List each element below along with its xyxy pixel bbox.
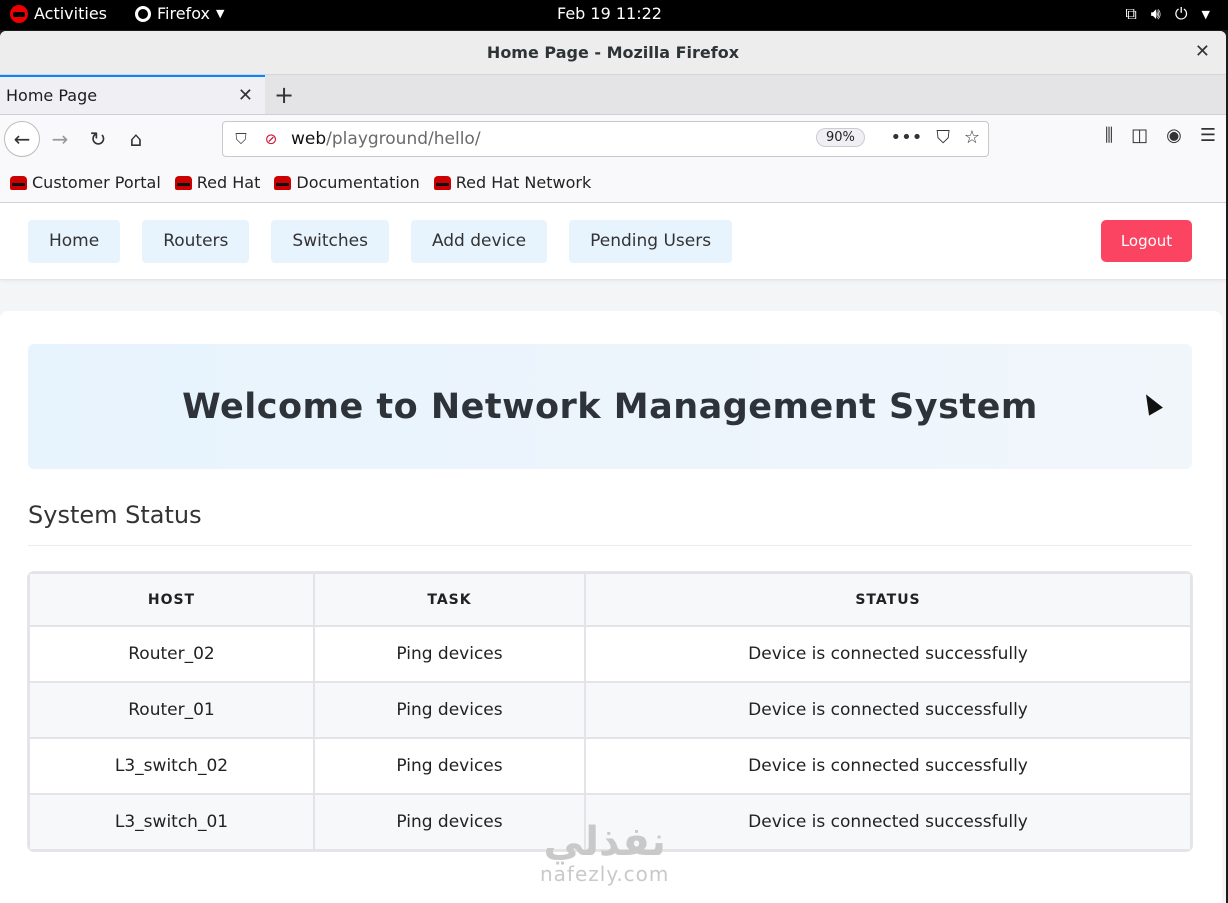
zoom-badge[interactable]: 90% — [816, 128, 865, 147]
window-close-icon[interactable]: ✕ — [1195, 41, 1210, 62]
url-actions: ••• ⛉ ☆ — [891, 127, 981, 148]
chevron-down-icon: ▼ — [215, 7, 225, 20]
bookmark-label: Documentation — [296, 173, 420, 192]
bookmark-label: Customer Portal — [32, 173, 161, 192]
bookmarks-toolbar: Customer Portal Red Hat Documentation Re… — [0, 163, 1226, 203]
shield-icon[interactable]: ⛉ — [229, 130, 253, 148]
library-icon[interactable]: ⫼ — [1105, 125, 1113, 146]
app-menu-firefox[interactable]: Firefox ▼ — [135, 4, 224, 23]
cell-status: Device is connected successfully — [584, 625, 1192, 683]
bookmark-documentation[interactable]: Documentation — [274, 173, 420, 192]
cell-task: Ping devices — [313, 681, 586, 739]
table-row: L3_switch_02 Ping devices Device is conn… — [28, 737, 1192, 795]
column-header-task: TASK — [313, 572, 586, 627]
watermark: نفذلي nafezly.com — [540, 822, 669, 886]
tab-home-page[interactable]: Home Page ✕ — [0, 75, 265, 114]
watermark-latin: nafezly.com — [540, 862, 670, 886]
sidebar-icon[interactable]: ◫ — [1131, 125, 1148, 146]
toolbar-right: ⫼ ◫ ◉ ☰ — [1105, 125, 1216, 146]
cell-host: L3_switch_01 — [28, 793, 315, 851]
bookmark-label: Red Hat Network — [455, 173, 592, 192]
url-bar[interactable]: ⛉ ⊘ web/playground/hello/ 90% ••• ⛉ ☆ — [222, 121, 989, 157]
cell-status: Device is connected successfully — [584, 793, 1192, 851]
window-titlebar: Home Page - Mozilla Firefox ✕ — [0, 31, 1226, 75]
redhat-favicon-icon — [274, 175, 292, 190]
bookmark-star-icon[interactable]: ☆ — [964, 127, 980, 148]
nav-add-device[interactable]: Add device — [410, 219, 548, 263]
status-table: HOST TASK STATUS Router_02 Ping devices … — [28, 572, 1192, 851]
cell-host: L3_switch_02 — [28, 737, 315, 795]
main-card: Welcome to Network Management System Sys… — [0, 311, 1222, 903]
table-row: Router_01 Ping devices Device is connect… — [28, 681, 1192, 739]
redhat-favicon-icon — [433, 175, 451, 190]
account-icon[interactable]: ◉ — [1166, 125, 1182, 146]
insecure-lock-icon[interactable]: ⊘ — [259, 130, 283, 148]
section-divider — [28, 545, 1192, 546]
nav-home[interactable]: Home — [28, 219, 121, 263]
cell-host: Router_01 — [28, 681, 315, 739]
bookmark-label: Red Hat — [196, 173, 261, 192]
firefox-icon — [135, 5, 151, 22]
navigation-toolbar: ← → ↻ ⌂ ⛉ ⊘ web/playground/hello/ 90% ••… — [0, 115, 1226, 163]
system-tray[interactable]: ⧉ 🔊︎ ⏻ ▼ — [1125, 4, 1210, 24]
logout-button[interactable]: Logout — [1101, 220, 1192, 262]
volume-icon: 🔊︎ — [1150, 4, 1161, 23]
nav-routers[interactable]: Routers — [142, 219, 250, 263]
url-path: /playground/hello/ — [326, 129, 481, 149]
tab-close-icon[interactable]: ✕ — [238, 85, 259, 106]
bookmark-customer-portal[interactable]: Customer Portal — [10, 173, 161, 192]
system-top-bar: Activities Firefox ▼ Feb 19 11:22 ⧉ 🔊︎ ⏻… — [0, 0, 1228, 30]
power-icon: ⏻ — [1174, 4, 1188, 23]
section-title: System Status — [28, 501, 202, 529]
cell-host: Router_02 — [28, 625, 315, 683]
clock[interactable]: Feb 19 11:22 — [557, 4, 662, 23]
bookmark-red-hat[interactable]: Red Hat — [174, 173, 261, 192]
url-text[interactable]: web/playground/hello/ — [291, 129, 481, 149]
chevron-down-icon: ▼ — [1201, 7, 1210, 21]
reload-icon[interactable]: ↻ — [80, 121, 116, 157]
app-menu-label: Firefox — [157, 4, 210, 23]
nav-switches[interactable]: Switches — [271, 219, 389, 263]
hero-title: Welcome to Network Management System — [182, 386, 1038, 427]
url-host: web — [291, 129, 327, 149]
forward-arrow-icon[interactable]: → — [42, 121, 78, 157]
hero-banner: Welcome to Network Management System — [28, 344, 1192, 469]
cell-status: Device is connected successfully — [584, 681, 1192, 739]
cell-task: Ping devices — [313, 737, 586, 795]
redhat-favicon-icon — [10, 175, 27, 190]
new-tab-icon[interactable]: + — [265, 75, 303, 114]
more-actions-icon[interactable]: ••• — [891, 127, 923, 148]
cell-task: Ping devices — [313, 625, 586, 683]
tab-title: Home Page — [6, 86, 98, 105]
watermark-arabic: نفذلي — [543, 819, 666, 865]
pocket-icon[interactable]: ⛉ — [936, 127, 950, 148]
nav-pending-users[interactable]: Pending Users — [569, 219, 733, 263]
hamburger-menu-icon[interactable]: ☰ — [1200, 125, 1216, 146]
tab-strip: Home Page ✕ + — [0, 75, 1226, 115]
column-header-host: HOST — [28, 572, 315, 627]
firefox-window: Home Page - Mozilla Firefox ✕ Home Page … — [0, 31, 1226, 903]
back-arrow-icon[interactable]: ← — [4, 121, 40, 157]
column-header-status: STATUS — [584, 572, 1192, 627]
redhat-logo-icon — [10, 4, 28, 23]
window-title: Home Page - Mozilla Firefox — [486, 43, 740, 62]
cell-status: Device is connected successfully — [584, 737, 1192, 795]
table-header-row: HOST TASK STATUS — [28, 572, 1192, 627]
activities-button[interactable]: Activities — [10, 4, 107, 23]
activities-label: Activities — [34, 4, 107, 23]
network-icon: ⧉ — [1125, 4, 1137, 23]
bookmark-red-hat-network[interactable]: Red Hat Network — [433, 173, 592, 192]
table-row: Router_02 Ping devices Device is connect… — [28, 625, 1192, 683]
redhat-favicon-icon — [174, 175, 192, 190]
page-viewport: Home Routers Switches Add device Pending… — [0, 203, 1226, 903]
home-icon[interactable]: ⌂ — [118, 121, 154, 157]
app-navbar: Home Routers Switches Add device Pending… — [0, 203, 1226, 280]
